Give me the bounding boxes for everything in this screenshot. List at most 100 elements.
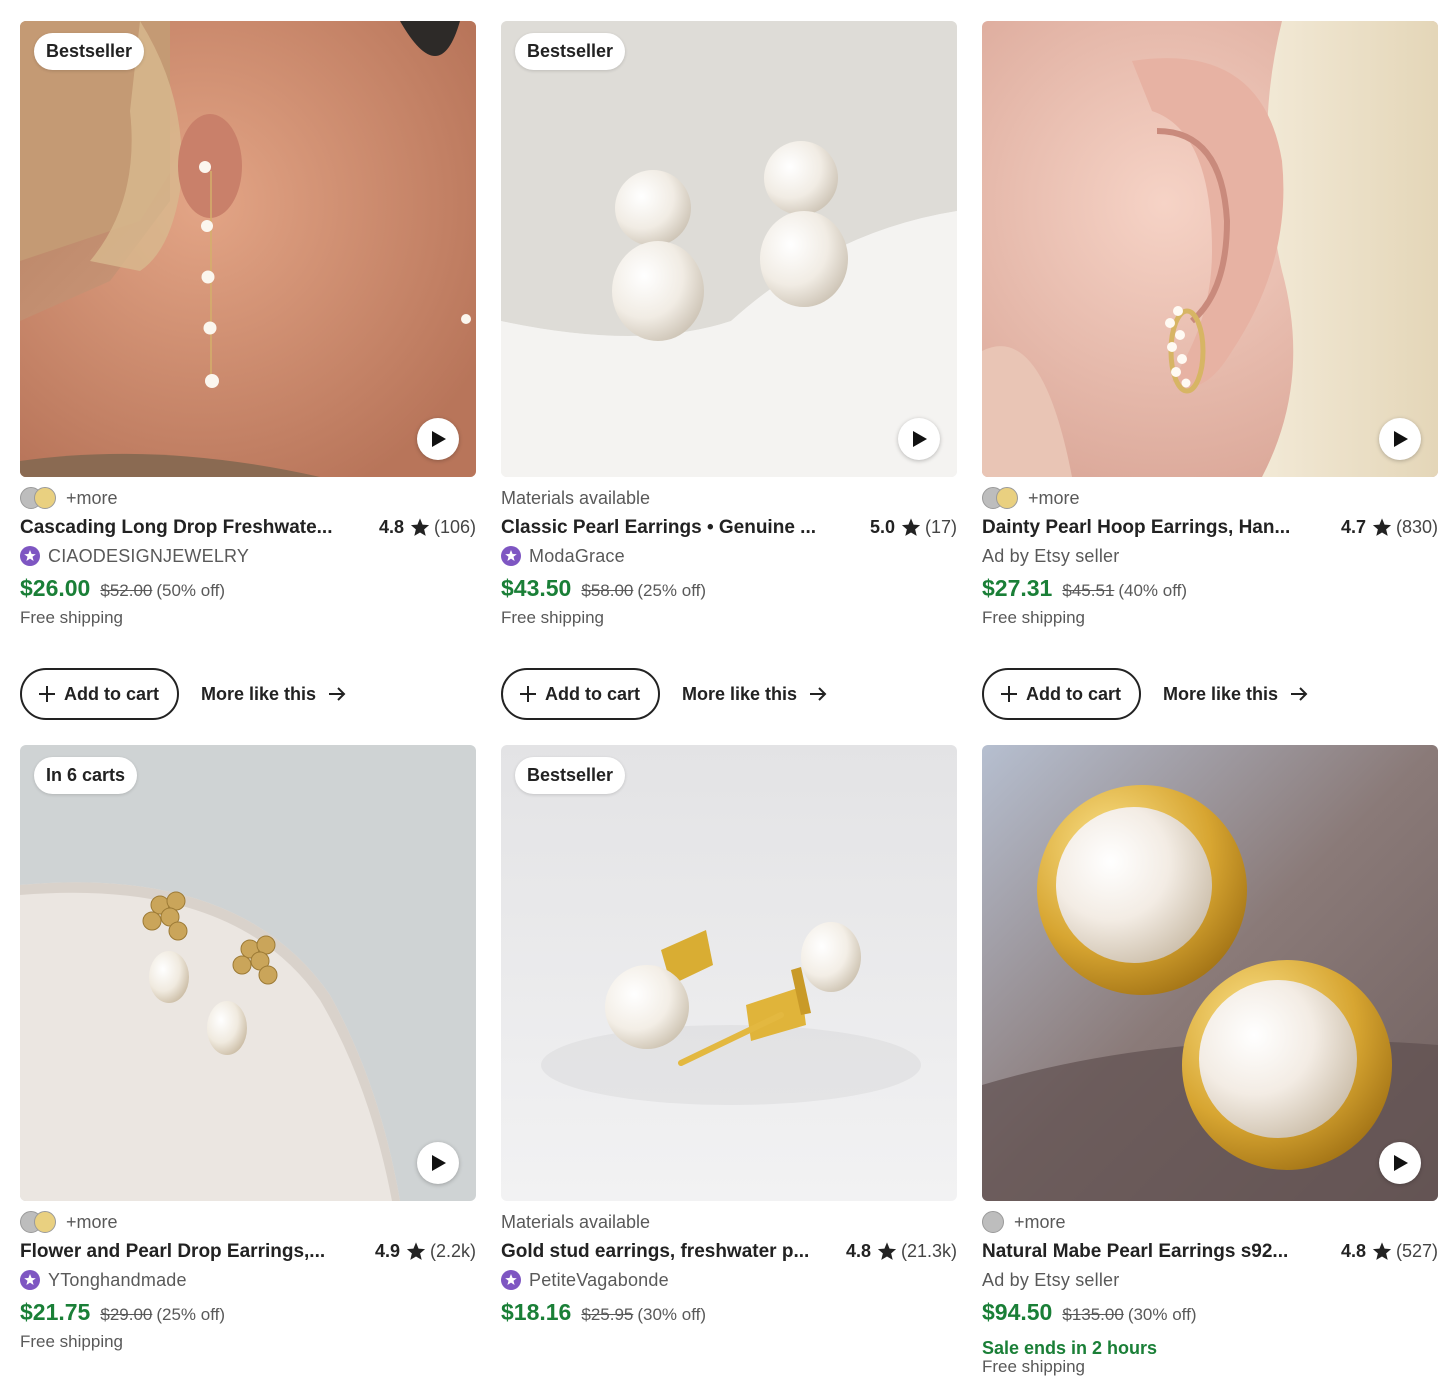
listing-card[interactable]: +more Dainty Pearl Hoop Earrings, Han...…	[982, 21, 1438, 720]
listing-photo[interactable]	[982, 21, 1438, 477]
swatch-gold[interactable]	[34, 1211, 56, 1233]
rating-score: 5.0	[869, 517, 895, 537]
add-to-cart-label: Add to cart	[64, 683, 160, 704]
shop-name[interactable]: ModaGrace	[529, 546, 625, 567]
listing-title[interactable]: Flower and Pearl Drop Earrings,...	[20, 1241, 325, 1263]
original-price: $135.00	[1062, 1305, 1124, 1324]
more-like-this-link[interactable]: More like this	[1163, 684, 1308, 705]
listing-card[interactable]: +more Natural Mabe Pearl Earrings s92...…	[982, 745, 1438, 1376]
arrow-right-icon	[810, 687, 827, 701]
play-video-button[interactable]	[1379, 418, 1421, 460]
shop-name[interactable]: YTonghandmade	[48, 1270, 187, 1291]
original-price: $25.95	[581, 1305, 634, 1324]
price-row: $26.00 $52.00 (50% off)	[20, 575, 225, 607]
listing-title[interactable]: Cascading Long Drop Freshwate...	[20, 517, 333, 539]
play-video-button[interactable]	[417, 418, 459, 460]
variations-row: +more	[982, 483, 1080, 513]
star-seller-icon	[501, 546, 521, 566]
card-actions: Add to cart More like this	[501, 668, 827, 720]
rating-score: 4.8	[1340, 1241, 1366, 1261]
listing-photo[interactable]	[982, 745, 1438, 1201]
play-icon	[432, 431, 446, 447]
listing-title[interactable]: Natural Mabe Pearl Earrings s92...	[982, 1241, 1288, 1263]
play-video-button[interactable]	[1379, 1142, 1421, 1184]
ad-row: Ad by Etsy seller	[982, 1267, 1119, 1293]
discount-label: (25% off)	[637, 581, 707, 600]
more-like-this-label: More like this	[1163, 683, 1279, 704]
product-image	[20, 21, 476, 477]
add-to-cart-button[interactable]: Add to cart	[982, 668, 1142, 720]
review-count: (2.2k)	[429, 1241, 476, 1261]
price-row: $27.31 $45.51 (40% off)	[982, 575, 1187, 607]
shipping-label: Free shipping	[501, 608, 605, 627]
rating: 5.0 (17)	[870, 517, 957, 538]
listing-card[interactable]: In 6 carts +more Flower and Pearl Drop E…	[20, 745, 476, 1351]
shipping-label: Free shipping	[982, 608, 1086, 627]
rating-score: 4.8	[378, 517, 404, 537]
review-count: (527)	[1395, 1241, 1438, 1261]
star-icon	[877, 1242, 897, 1260]
listing-photo[interactable]: Bestseller	[501, 745, 957, 1201]
star-seller-icon	[20, 1270, 40, 1290]
ad-label: Ad by Etsy seller	[982, 1269, 1120, 1290]
sale-price: $26.00	[20, 575, 91, 601]
listing-title[interactable]: Gold stud earrings, freshwater p...	[501, 1241, 809, 1263]
swatch-gold[interactable]	[34, 487, 56, 509]
color-swatches[interactable]	[20, 1211, 56, 1233]
star-icon	[1372, 518, 1392, 536]
more-like-this-link[interactable]: More like this	[201, 684, 346, 705]
swatch-gold[interactable]	[996, 487, 1018, 509]
price-row: $21.75 $29.00 (25% off)	[20, 1299, 225, 1331]
color-swatches[interactable]	[982, 487, 1018, 509]
shop-row: ModaGrace	[501, 543, 625, 569]
shop-row: PetiteVagabonde	[501, 1267, 669, 1293]
color-swatches[interactable]	[20, 487, 56, 509]
listing-card[interactable]: Bestseller +more Cascading Long Drop Fre…	[20, 21, 476, 720]
listing-photo[interactable]: Bestseller	[501, 21, 957, 477]
more-like-this-label: More like this	[682, 683, 798, 704]
add-to-cart-button[interactable]: Add to cart	[501, 668, 661, 720]
play-video-button[interactable]	[898, 418, 940, 460]
discount-label: (25% off)	[156, 1305, 226, 1324]
price-row: $18.16 $25.95 (30% off)	[501, 1299, 706, 1331]
play-video-button[interactable]	[417, 1142, 459, 1184]
listing-title[interactable]: Dainty Pearl Hoop Earrings, Han...	[982, 517, 1290, 539]
shipping-label: Free shipping	[20, 1332, 124, 1351]
review-count: (17)	[924, 517, 957, 537]
more-like-this-link[interactable]: More like this	[682, 684, 827, 705]
materials-row: Materials available	[501, 483, 650, 513]
more-like-this-label: More like this	[201, 683, 317, 704]
more-variations-label: +more	[1014, 1211, 1066, 1232]
rating: 4.9 (2.2k)	[375, 1241, 476, 1262]
product-image	[982, 745, 1438, 1201]
discount-label: (30% off)	[637, 1305, 707, 1324]
review-count: (21.3k)	[900, 1241, 957, 1261]
sale-price: $18.16	[501, 1299, 572, 1325]
swatch-silver[interactable]	[982, 1211, 1004, 1233]
in-carts-badge: In 6 carts	[34, 757, 138, 794]
card-actions: Add to cart More like this	[982, 668, 1308, 720]
shop-name[interactable]: CIAODESIGNJEWELRY	[48, 546, 249, 567]
more-variations-label: +more	[1028, 487, 1080, 508]
listing-card[interactable]: Bestseller Materials available Gold stud…	[501, 745, 957, 1325]
discount-label: (40% off)	[1118, 581, 1188, 600]
price-row: $94.50 $135.00 (30% off)	[982, 1299, 1196, 1331]
shop-row: YTonghandmade	[20, 1267, 187, 1293]
add-to-cart-button[interactable]: Add to cart	[20, 668, 180, 720]
sale-price: $21.75	[20, 1299, 91, 1325]
shop-name[interactable]: PetiteVagabonde	[529, 1270, 669, 1291]
listing-photo[interactable]: In 6 carts	[20, 745, 476, 1201]
sale-ends-label: Sale ends in 2 hours	[982, 1338, 1158, 1358]
listing-photo[interactable]: Bestseller	[20, 21, 476, 477]
add-to-cart-label: Add to cart	[545, 683, 641, 704]
bestseller-badge: Bestseller	[515, 757, 626, 794]
original-price: $52.00	[100, 581, 153, 600]
color-swatches[interactable]	[982, 1211, 1004, 1233]
more-variations-label: +more	[66, 487, 118, 508]
product-image	[501, 21, 957, 477]
listing-title[interactable]: Classic Pearl Earrings • Genuine ...	[501, 517, 816, 539]
listing-card[interactable]: Bestseller Materials available Classic P…	[501, 21, 957, 720]
materials-label: Materials available	[501, 1211, 651, 1232]
sale-price: $27.31	[982, 575, 1053, 601]
price-row: $43.50 $58.00 (25% off)	[501, 575, 706, 607]
